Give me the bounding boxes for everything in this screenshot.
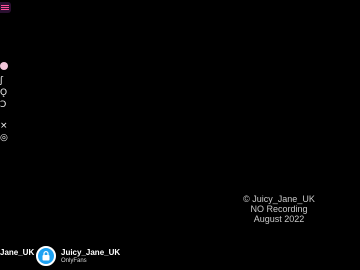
spiral-icon[interactable]: Ɔ [0, 100, 6, 110]
hand-icon[interactable]: ʃ [0, 76, 3, 86]
footer-username-truncated: Jane_UK [0, 248, 35, 257]
copyright-watermark: © Juicy_Jane_UK NO Recording August 2022 [239, 194, 319, 224]
wave-icon[interactable]: Ǫ [0, 88, 7, 98]
record-dot-icon[interactable] [0, 62, 8, 70]
account-name[interactable]: Juicy_Jane_UK [61, 248, 120, 257]
watermark-copyright: © Juicy_Jane_UK [243, 194, 315, 204]
account-platform: OnlyFans [61, 258, 87, 264]
menu-icon[interactable] [0, 2, 11, 13]
watermark-no-recording: NO Recording [250, 204, 308, 214]
lock-icon[interactable] [36, 246, 56, 266]
close-icon[interactable]: × [0, 121, 8, 131]
circle-icon[interactable]: ◎ [0, 133, 8, 143]
video-stage: ʃ Ǫ Ɔ × ◎ © Juicy_Jane_UK NO Recording A… [0, 0, 360, 270]
watermark-date: August 2022 [253, 214, 305, 224]
